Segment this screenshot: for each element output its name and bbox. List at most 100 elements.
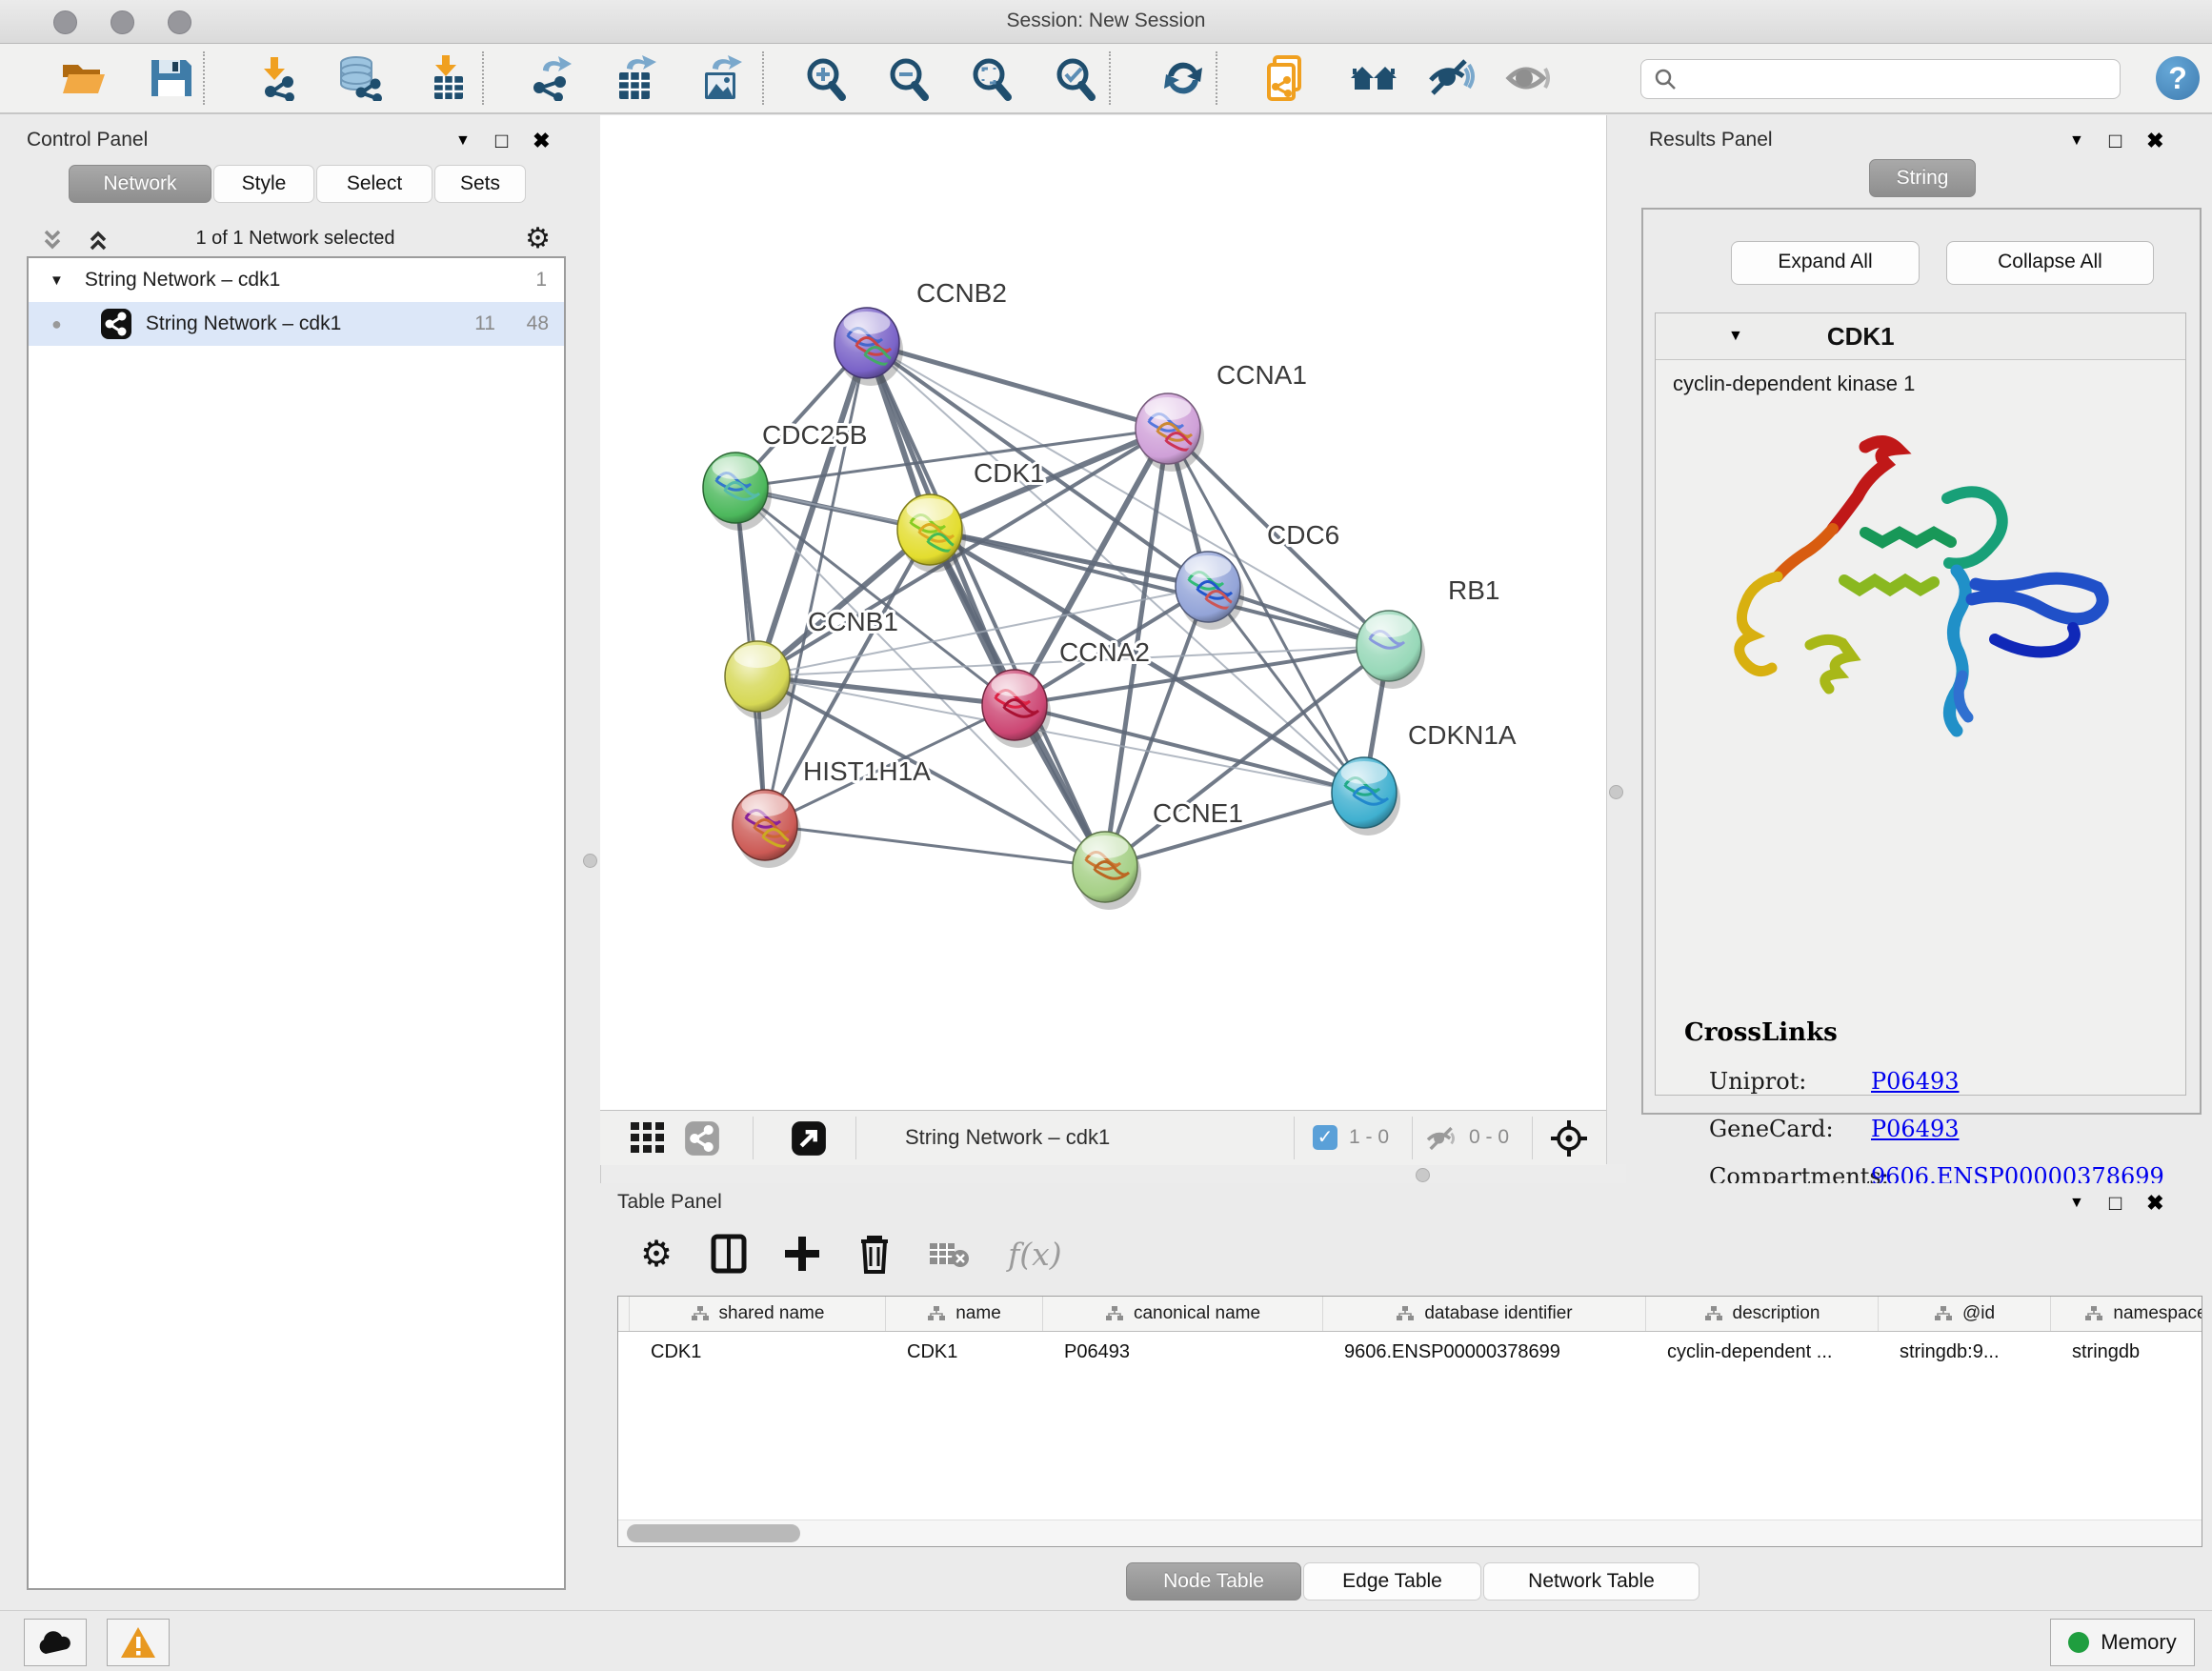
cell-namespace[interactable]: stringdb (2051, 1341, 2202, 1363)
save-session-icon[interactable] (147, 55, 196, 101)
node-table[interactable]: shared namenamecanonical namedatabase id… (617, 1296, 2202, 1547)
tab-sets[interactable]: Sets (434, 165, 526, 203)
edge-CCNB2-CCNA1[interactable] (867, 343, 1168, 429)
panel-close-icon[interactable]: ✖ (533, 129, 550, 153)
column-header-shared-name[interactable]: shared name (630, 1297, 886, 1331)
network-canvas[interactable]: CCNB2CCNA1CDC25BCDK1CDC6RB1CCNB1CCNA2CDK… (600, 115, 1606, 1110)
node-HIST1H1A[interactable] (733, 790, 801, 868)
import-network-database-icon[interactable] (335, 55, 385, 101)
zoom-selected-icon[interactable] (1050, 55, 1099, 101)
cell-database-identifier[interactable]: 9606.ENSP00000378699 (1323, 1341, 1646, 1363)
crosslink-value-link[interactable]: P06493 (1871, 1068, 1960, 1095)
section-collapse-icon[interactable]: ▼ (1728, 328, 1743, 345)
panel-menu-icon[interactable]: ▼ (2069, 132, 2084, 150)
edge-CCNB2-HIST1H1A[interactable] (765, 343, 867, 825)
node-CCNE1[interactable] (1073, 832, 1141, 910)
network-collection-row[interactable]: ▼ String Network – cdk1 1 (29, 258, 564, 302)
node-CDK1[interactable] (897, 494, 966, 573)
network-view-mode-icon[interactable] (684, 1120, 720, 1157)
grid-view-icon[interactable] (631, 1122, 665, 1155)
selected-checkbox[interactable]: ✓ (1313, 1125, 1337, 1150)
fit-content-crosshair-icon[interactable] (1549, 1118, 1589, 1158)
column-header-database-identifier[interactable]: database identifier (1323, 1297, 1646, 1331)
node-CDC6[interactable] (1176, 552, 1244, 630)
zoom-fit-icon[interactable] (966, 55, 1016, 101)
scrollbar-thumb[interactable] (627, 1524, 800, 1542)
tab-node-table[interactable]: Node Table (1126, 1562, 1301, 1601)
collapse-all-button[interactable]: Collapse All (1946, 241, 2154, 285)
table-row[interactable]: CDK1CDK1P064939606.ENSP00000378699cyclin… (618, 1332, 2202, 1372)
cloud-status-button[interactable] (24, 1619, 87, 1666)
import-table-file-icon[interactable] (423, 55, 473, 101)
delete-column-icon[interactable] (857, 1234, 892, 1274)
cell-canonical-name[interactable]: P06493 (1043, 1341, 1323, 1363)
export-image-icon[interactable] (697, 55, 747, 101)
column-header--id[interactable]: @id (1879, 1297, 2051, 1331)
panel-menu-icon[interactable]: ▼ (455, 132, 471, 150)
node-CCNA2[interactable] (982, 670, 1051, 748)
panel-float-icon[interactable]: □ (2109, 1191, 2122, 1216)
table-horizontal-scrollbar[interactable] (618, 1520, 2202, 1546)
node-RB1[interactable] (1357, 611, 1425, 689)
panel-float-icon[interactable]: □ (2109, 129, 2122, 153)
tab-edge-table[interactable]: Edge Table (1303, 1562, 1481, 1601)
edge-CCNB2-RB1[interactable] (867, 343, 1389, 646)
export-table-icon[interactable] (612, 55, 661, 101)
tab-style[interactable]: Style (213, 165, 314, 203)
cell-description[interactable]: cyclin-dependent ... (1646, 1341, 1879, 1363)
crosslink-value-link[interactable]: P06493 (1871, 1116, 1960, 1142)
network-graph[interactable]: CCNB2CCNA1CDC25BCDK1CDC6RB1CCNB1CCNA2CDK… (600, 115, 1606, 1110)
cell-shared-name[interactable]: CDK1 (630, 1341, 886, 1363)
panel-float-icon[interactable]: □ (495, 129, 508, 153)
node-CDKN1A[interactable] (1332, 757, 1400, 836)
show-all-icon[interactable] (1505, 55, 1555, 101)
warnings-button[interactable] (107, 1619, 170, 1666)
show-columns-icon[interactable] (711, 1234, 747, 1274)
export-network-icon[interactable] (526, 55, 575, 101)
delete-table-icon[interactable] (928, 1238, 970, 1270)
panel-close-icon[interactable]: ✖ (2146, 129, 2163, 153)
create-column-icon[interactable] (783, 1235, 821, 1273)
zoom-out-icon[interactable] (883, 55, 933, 101)
tree-expand-icon[interactable]: ▼ (50, 272, 64, 289)
import-network-file-icon[interactable] (250, 55, 299, 101)
gene-section-header[interactable]: ▼ CDK1 (1656, 313, 2185, 360)
column-header-canonical-name[interactable]: canonical name (1043, 1297, 1323, 1331)
bottom-splitter-handle[interactable] (1416, 1168, 1430, 1182)
node-CCNA1[interactable] (1136, 393, 1204, 472)
panel-menu-icon[interactable]: ▼ (2069, 1195, 2084, 1212)
first-neighbors-icon[interactable] (1349, 55, 1398, 101)
edge-HIST1H1A-CCNE1[interactable] (765, 825, 1105, 867)
node-CCNB2[interactable] (835, 308, 903, 386)
hide-selected-icon[interactable] (1427, 55, 1477, 101)
network-row[interactable]: ● String Network – cdk1 11 48 (29, 302, 564, 346)
help-button[interactable]: ? (2156, 56, 2200, 100)
function-builder-icon[interactable]: f(x) (1008, 1236, 1062, 1273)
open-session-icon[interactable] (59, 55, 109, 101)
search-input[interactable] (1678, 68, 2101, 91)
zoom-in-icon[interactable] (800, 55, 850, 101)
panel-close-icon[interactable]: ✖ (2146, 1191, 2163, 1216)
tab-network[interactable]: Network (69, 165, 211, 203)
right-splitter-handle[interactable] (1609, 785, 1623, 799)
network-options-gear-icon[interactable]: ⚙ (525, 222, 551, 255)
vertical-splitter[interactable] (1606, 115, 1627, 1164)
duplicate-network-icon[interactable] (1263, 55, 1313, 101)
column-header-description[interactable]: description (1646, 1297, 1879, 1331)
column-type-icon (1105, 1305, 1124, 1322)
memory-button[interactable]: Memory (2050, 1619, 2195, 1666)
column-header-name[interactable]: name (886, 1297, 1043, 1331)
detach-view-icon[interactable] (791, 1120, 827, 1157)
cell-name[interactable]: CDK1 (886, 1341, 1043, 1363)
table-options-gear-icon[interactable]: ⚙ (640, 1233, 673, 1276)
search-box[interactable] (1640, 59, 2121, 99)
cell--id[interactable]: stringdb:9... (1879, 1341, 2051, 1363)
left-splitter-handle[interactable] (583, 854, 597, 868)
expand-all-button[interactable]: Expand All (1731, 241, 1920, 285)
column-header-namespace[interactable]: namespace (2051, 1297, 2202, 1331)
tab-select[interactable]: Select (316, 165, 432, 203)
tab-string[interactable]: String (1869, 159, 1976, 197)
node-CDC25B[interactable] (703, 453, 772, 531)
refresh-view-icon[interactable] (1158, 55, 1208, 101)
tab-network-table[interactable]: Network Table (1483, 1562, 1699, 1601)
